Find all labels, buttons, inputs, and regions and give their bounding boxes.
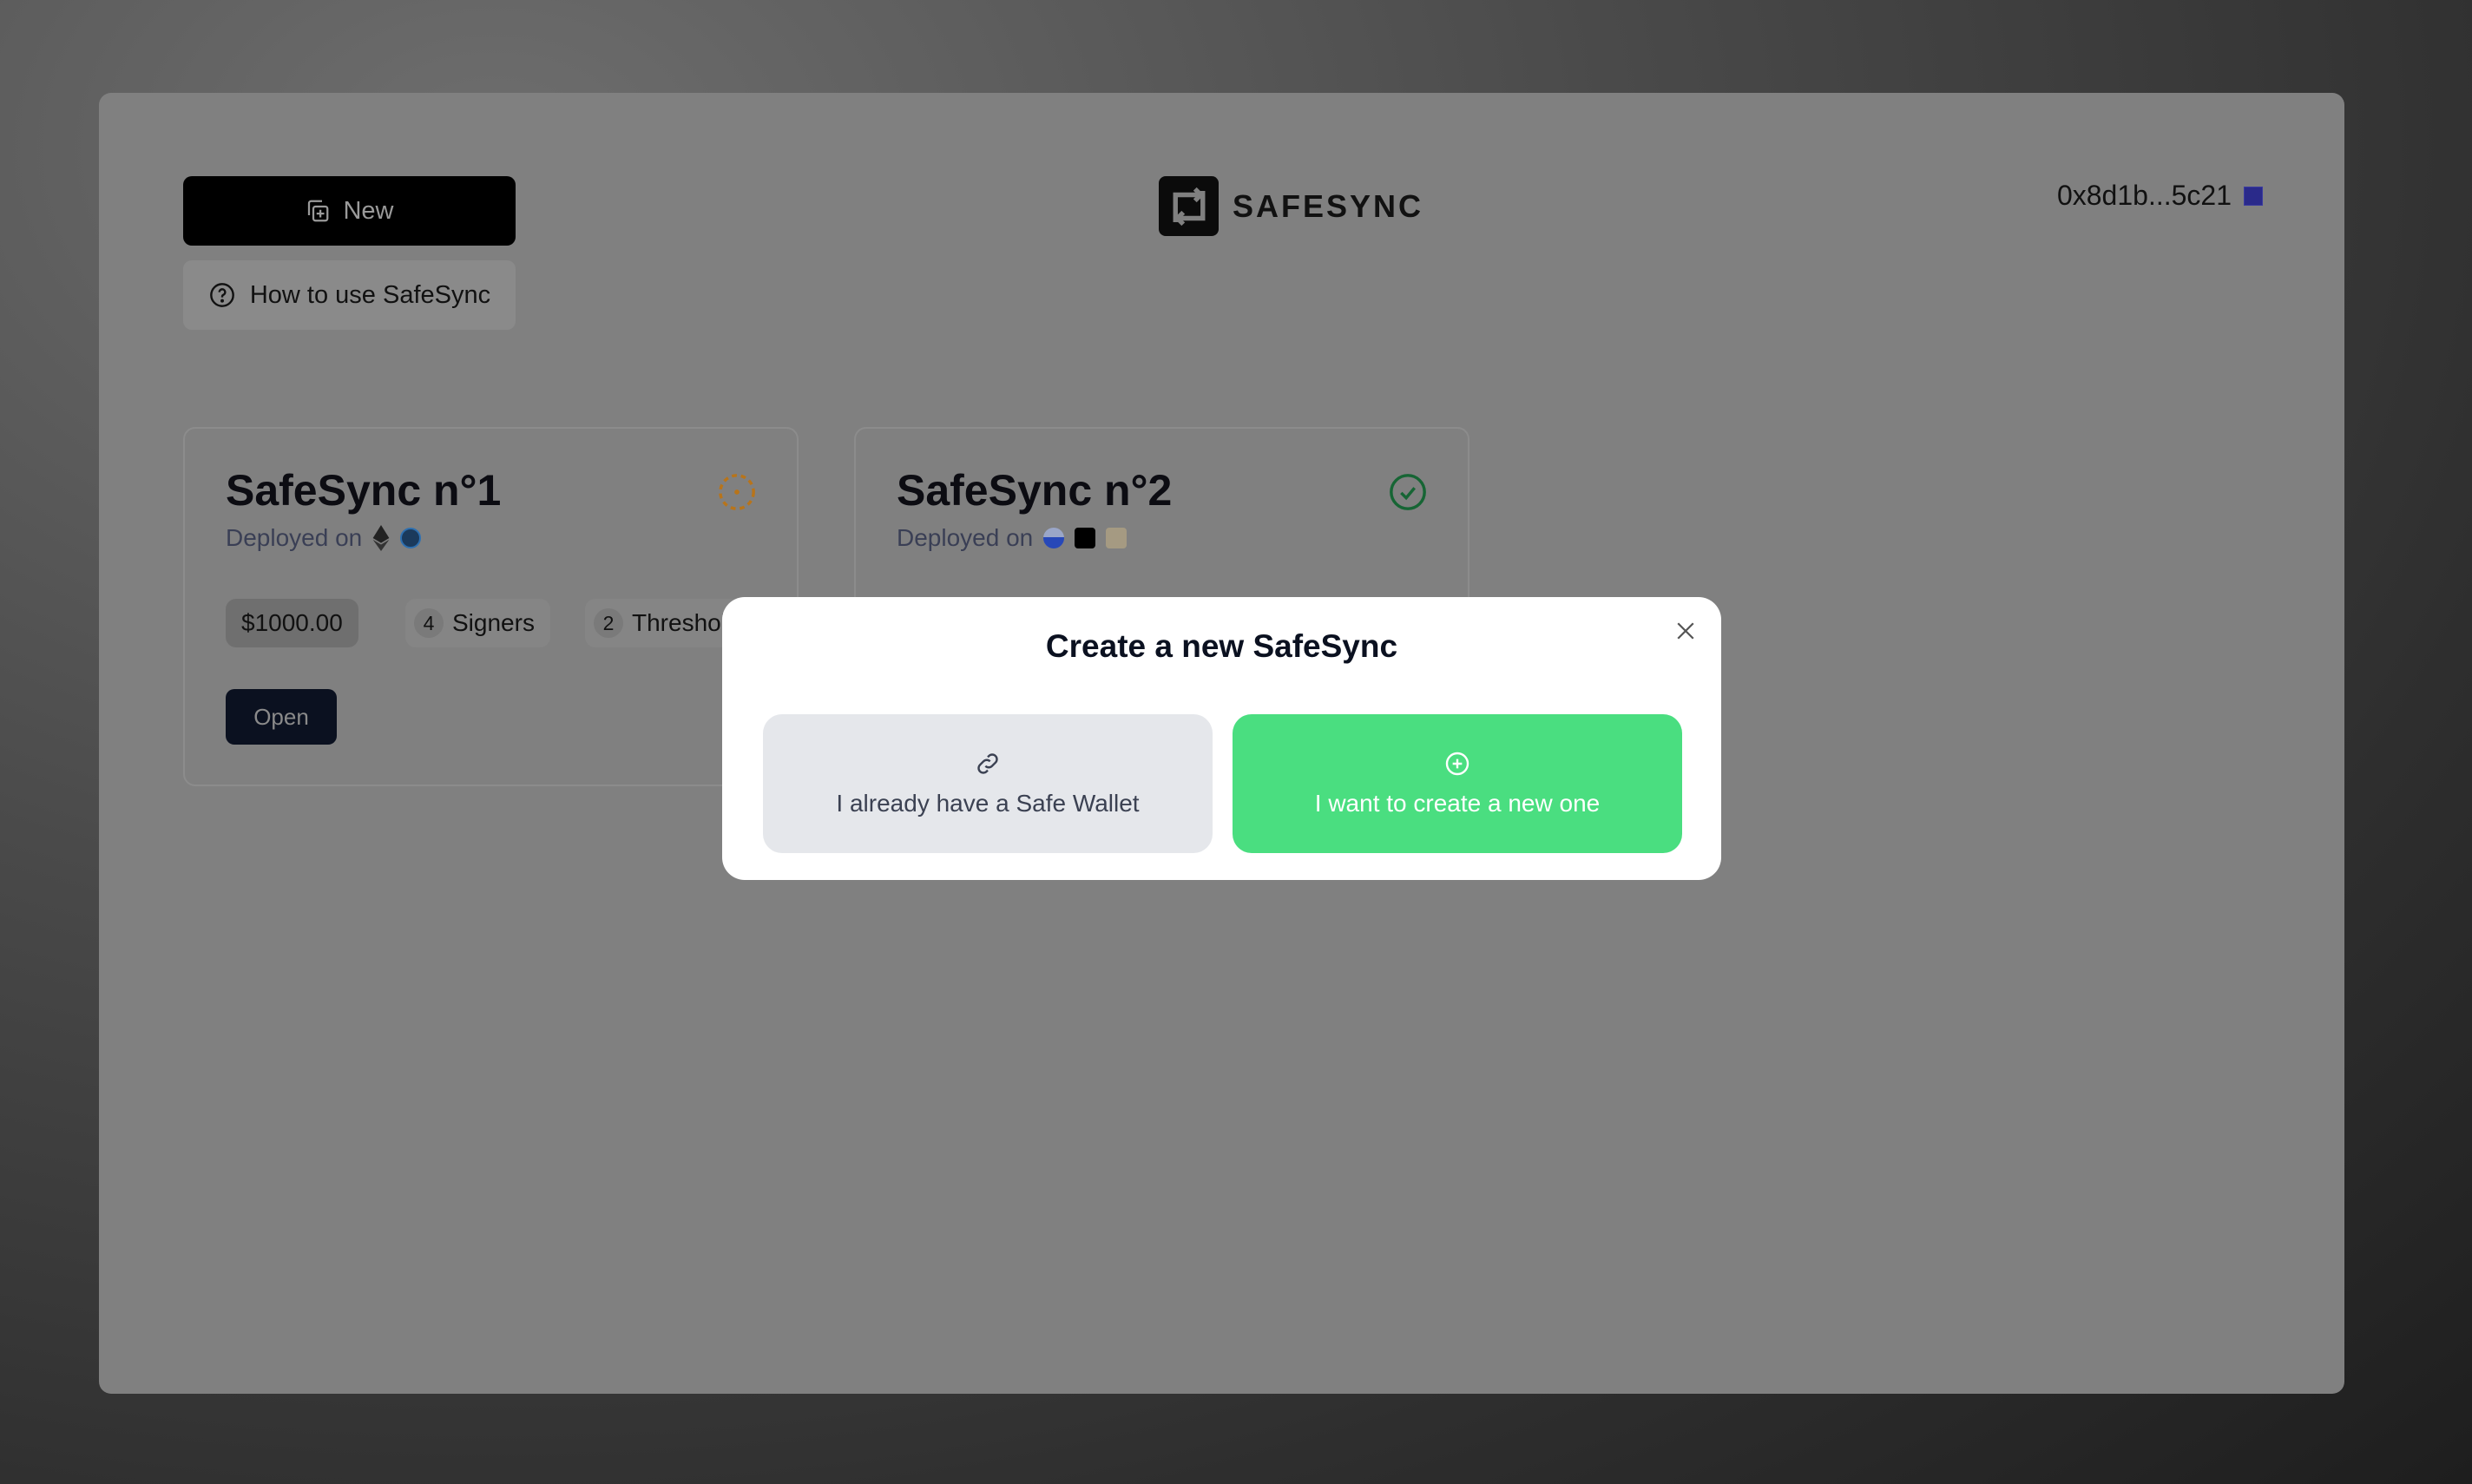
modal-title: Create a new SafeSync bbox=[1045, 628, 1398, 664]
threshold-count: 2 bbox=[594, 608, 623, 638]
arbitrum-icon bbox=[400, 528, 422, 548]
close-icon[interactable] bbox=[1673, 618, 1699, 644]
safesync-logo-icon bbox=[1159, 176, 1219, 236]
deployed-label: Deployed on bbox=[226, 524, 363, 551]
card-title: SafeSync n°1 bbox=[226, 466, 502, 515]
brand-logo: SAFESYNC bbox=[1159, 176, 1423, 236]
signers-badge: 4 Signers bbox=[405, 599, 550, 647]
base-chain-icon bbox=[1043, 528, 1065, 548]
balance-badge: $1000.00 bbox=[226, 599, 358, 647]
create-safesync-modal: Create a new SafeSync I already have a S… bbox=[722, 597, 1721, 880]
safesync-card-1: SafeSync n°1 Deployed on $1000.00 4 Signe… bbox=[183, 427, 799, 786]
check-circle-icon bbox=[1390, 474, 1426, 510]
balance-value: $1000.00 bbox=[241, 609, 343, 636]
link-icon bbox=[977, 753, 998, 774]
ethereum-icon bbox=[372, 525, 390, 551]
new-button[interactable]: New bbox=[183, 176, 516, 246]
new-button-label: New bbox=[343, 196, 394, 225]
how-to-use-label: How to use SafeSync bbox=[249, 280, 491, 309]
copy-plus-icon bbox=[308, 200, 329, 222]
deployed-on: Deployed on bbox=[226, 524, 422, 552]
scroll-icon bbox=[1106, 528, 1128, 548]
brand-name: SAFESYNC bbox=[1233, 187, 1424, 224]
create-new-option[interactable]: I want to create a new one bbox=[1233, 714, 1682, 853]
open-button[interactable]: Open bbox=[226, 689, 337, 745]
create-new-label: I want to create a new one bbox=[1314, 790, 1601, 817]
linea-icon bbox=[1075, 528, 1096, 548]
existing-safe-label: I already have a Safe Wallet bbox=[836, 790, 1140, 817]
deployed-on: Deployed on bbox=[897, 524, 1128, 552]
wallet-avatar-icon bbox=[2244, 186, 2263, 206]
wallet-address[interactable]: 0x8d1b...5c21 bbox=[2057, 180, 2263, 212]
plus-circle-icon bbox=[1445, 752, 1469, 776]
existing-safe-option[interactable]: I already have a Safe Wallet bbox=[763, 714, 1213, 853]
pending-status-icon bbox=[719, 474, 755, 510]
how-to-use-button[interactable]: How to use SafeSync bbox=[183, 260, 516, 330]
help-circle-icon bbox=[209, 283, 234, 307]
address-text: 0x8d1b...5c21 bbox=[2056, 180, 2232, 211]
signers-count: 4 bbox=[414, 608, 444, 638]
card-title: SafeSync n°2 bbox=[897, 466, 1173, 515]
signers-label: Signers bbox=[452, 609, 535, 636]
deployed-label: Deployed on bbox=[897, 524, 1034, 551]
